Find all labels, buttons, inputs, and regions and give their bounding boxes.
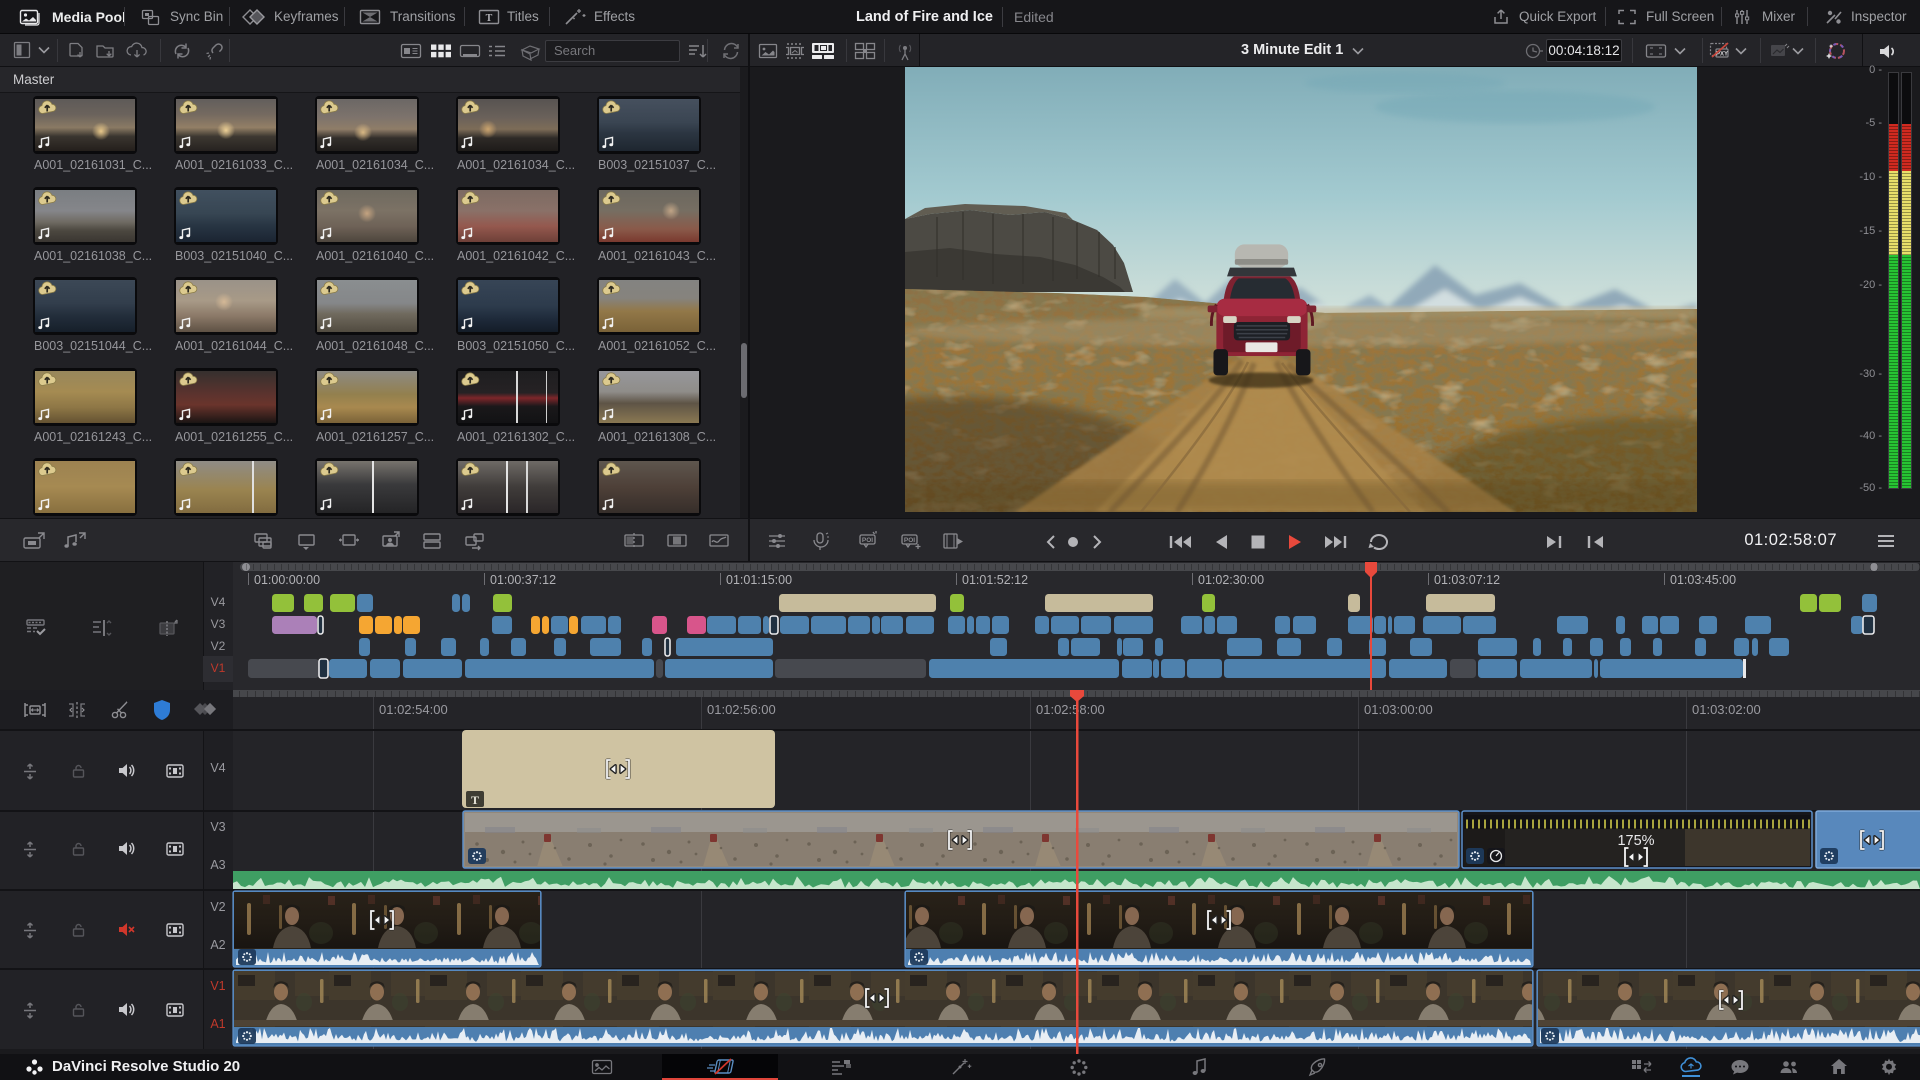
svg-text:T: T [486,13,493,24]
svg-text:POI: POI [904,537,915,544]
svg-text:175%: 175% [1617,833,1654,849]
svg-text:T: T [471,793,479,807]
svg-text:POI: POI [862,537,873,544]
